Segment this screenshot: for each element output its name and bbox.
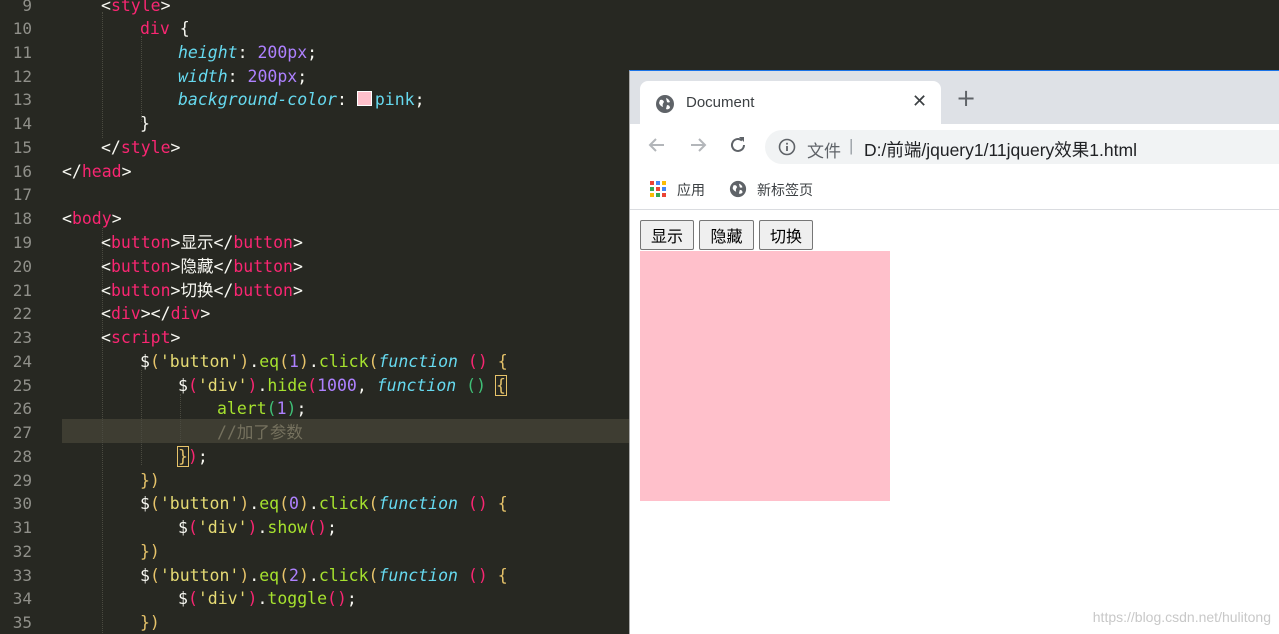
code-line[interactable]: }) [140,540,160,564]
code-line[interactable]: $('div').show(); [178,516,337,540]
line-number: 35 [12,613,32,632]
line-number: 20 [12,257,32,276]
reload-icon[interactable] [727,134,749,156]
tab-document[interactable]: Document ✕ [640,81,941,125]
line-number: 11 [12,43,32,62]
bookmark-label: 应用 [677,182,705,198]
indent-guide [141,370,142,465]
browser-window: Document ✕ + 文件 | D:/前端/jquery1/11jquery… [629,70,1279,634]
forward-arrow-icon[interactable] [687,134,709,156]
line-number: 28 [12,447,32,466]
bookmark-apps[interactable]: 应用 [650,178,720,200]
globe-icon [729,180,747,198]
code-line[interactable]: $('button').eq(2).click(function () { [140,564,508,588]
line-number: 21 [12,281,32,300]
info-icon[interactable] [778,138,796,156]
code-line[interactable]: $('div').toggle(); [178,587,357,611]
tab-strip: Document ✕ + [630,71,1279,125]
code-line[interactable]: $('div').hide(1000, function () { [178,374,507,398]
code-line[interactable]: </style> [101,136,180,160]
code-line[interactable]: <style> [101,0,171,18]
new-tab-button[interactable]: + [956,86,976,110]
page-content: 显示 隐藏 切换 [630,210,1279,634]
line-number: 26 [12,399,32,418]
code-line[interactable]: div { [140,17,190,41]
line-number: 15 [12,138,32,157]
url-text[interactable]: D:/前端/jquery1/11jquery效果1.html [864,137,1137,162]
address-bar[interactable]: 文件 | D:/前端/jquery1/11jquery效果1.html [765,130,1279,164]
code-line[interactable]: alert(1); [217,397,306,421]
bookmark-new-tab[interactable]: 新标签页 [729,178,829,200]
line-number: 32 [12,542,32,561]
line-number: 30 [12,494,32,513]
line-number: 14 [12,114,32,133]
toggle-button[interactable]: 切换 [759,220,813,250]
line-number: 23 [12,328,32,347]
code-line[interactable]: $('button').eq(0).click(function () { [140,492,508,516]
code-line[interactable]: <div></div> [101,302,210,326]
code-line[interactable]: } [140,112,150,136]
code-line[interactable]: }) [140,469,160,493]
omnibox-separator: | [849,136,854,155]
code-line[interactable]: }) [140,611,160,633]
line-number: 10 [12,19,32,38]
code-line[interactable]: }); [177,445,208,469]
line-number: 17 [12,185,32,204]
indent-guide [180,394,181,442]
line-number: 19 [12,233,32,252]
line-number: 16 [12,162,32,181]
code-line[interactable]: <button>隐藏</button> [101,255,303,279]
browser-toolbar: 文件 | D:/前端/jquery1/11jquery效果1.html [630,124,1279,170]
code-line[interactable]: width: 200px; [178,65,307,89]
indent-guide [141,36,142,122]
code-line[interactable]: background-color: pink; [178,88,425,112]
line-number-gutter: 9 10 11 12 13 14 15 16 17 18 19 20 21 22… [0,0,48,633]
line-number: 22 [12,304,32,323]
code-line[interactable]: <body> [62,207,122,231]
line-number: 18 [12,209,32,228]
apps-grid-icon [650,181,666,197]
code-line[interactable]: <script> [101,326,180,350]
line-number: 27 [12,423,32,442]
back-arrow-icon[interactable] [646,134,668,156]
bookmark-label: 新标签页 [757,182,813,198]
close-tab-icon[interactable]: ✕ [912,91,927,112]
code-editor[interactable]: 9 10 11 12 13 14 15 16 17 18 19 20 21 22… [0,0,630,633]
hide-button[interactable]: 隐藏 [699,220,754,250]
line-number: 29 [12,471,32,490]
line-number: 24 [12,352,32,371]
line-number: 9 [22,0,32,15]
bookmarks-bar: 应用 新标签页 [630,170,1279,210]
line-number: 31 [12,518,32,537]
line-number: 33 [12,566,32,585]
line-number: 12 [12,67,32,86]
line-number: 13 [12,90,32,109]
color-swatch [356,91,372,106]
pink-box [640,251,890,501]
line-number: 34 [12,589,32,608]
code-line[interactable]: <button>切换</button> [101,279,303,303]
protocol-label: 文件 [807,142,841,161]
watermark: https://blog.csdn.net/hulitong [1092,609,1271,625]
indent-guide [102,12,103,138]
code-line[interactable]: //加了参数 [217,421,303,445]
code-line[interactable]: height: 200px; [178,41,317,65]
current-line-highlight [62,419,630,443]
code-line[interactable]: $('button').eq(1).click(function () { [140,350,508,374]
line-number: 25 [12,376,32,395]
code-line[interactable]: <button>显示</button> [101,231,303,255]
globe-icon [656,95,674,113]
show-button[interactable]: 显示 [640,220,694,250]
tab-title: Document [686,94,755,111]
code-line[interactable]: </head> [62,160,132,184]
